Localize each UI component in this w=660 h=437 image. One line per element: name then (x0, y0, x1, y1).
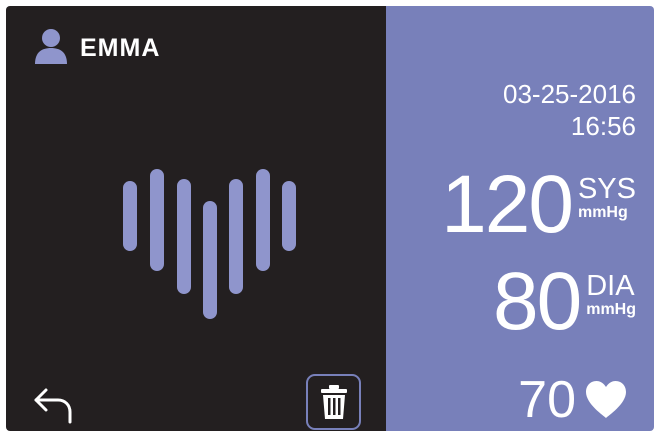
heart-bar (256, 169, 270, 271)
diastolic-reading: 80 DIA mmHg (493, 261, 636, 343)
heartbeat-bars-graphic (123, 169, 296, 319)
delete-button[interactable] (306, 374, 361, 430)
heart-bar (282, 181, 296, 251)
diastolic-value: 80 (493, 256, 582, 347)
back-button[interactable] (32, 386, 74, 429)
heart-bar (177, 179, 191, 294)
trash-icon (320, 385, 347, 419)
measurement-datetime: 03-25-2016 16:56 (503, 78, 636, 142)
user-name: EMMA (80, 34, 161, 62)
left-panel: EMMA (6, 6, 386, 431)
systolic-reading: 120 SYS mmHg (441, 164, 636, 246)
user-icon (32, 28, 70, 69)
back-arrow-icon (34, 388, 72, 424)
bp-monitor-screen: EMMA 03-25-2016 16:56 120 SYS mmHg 80 DI… (6, 6, 654, 431)
systolic-unit: mmHg (577, 204, 628, 221)
measurement-date: 03-25-2016 (503, 79, 636, 109)
right-panel: 03-25-2016 16:56 120 SYS mmHg 80 DIA mmH… (386, 6, 654, 431)
heart-icon (586, 381, 626, 418)
pulse-value: 70 (518, 371, 576, 429)
user-profile: EMMA (32, 28, 160, 69)
diastolic-unit: mmHg (586, 301, 636, 318)
systolic-label: SYS (577, 173, 636, 205)
heart-bar (203, 201, 217, 319)
diastolic-label: DIA (586, 270, 635, 302)
pulse-reading: 70 (518, 370, 628, 430)
heart-bar (229, 179, 243, 294)
measurement-time: 16:56 (570, 111, 636, 141)
heart-bar (150, 169, 164, 271)
systolic-value: 120 (441, 159, 574, 250)
heart-bar (123, 181, 137, 251)
